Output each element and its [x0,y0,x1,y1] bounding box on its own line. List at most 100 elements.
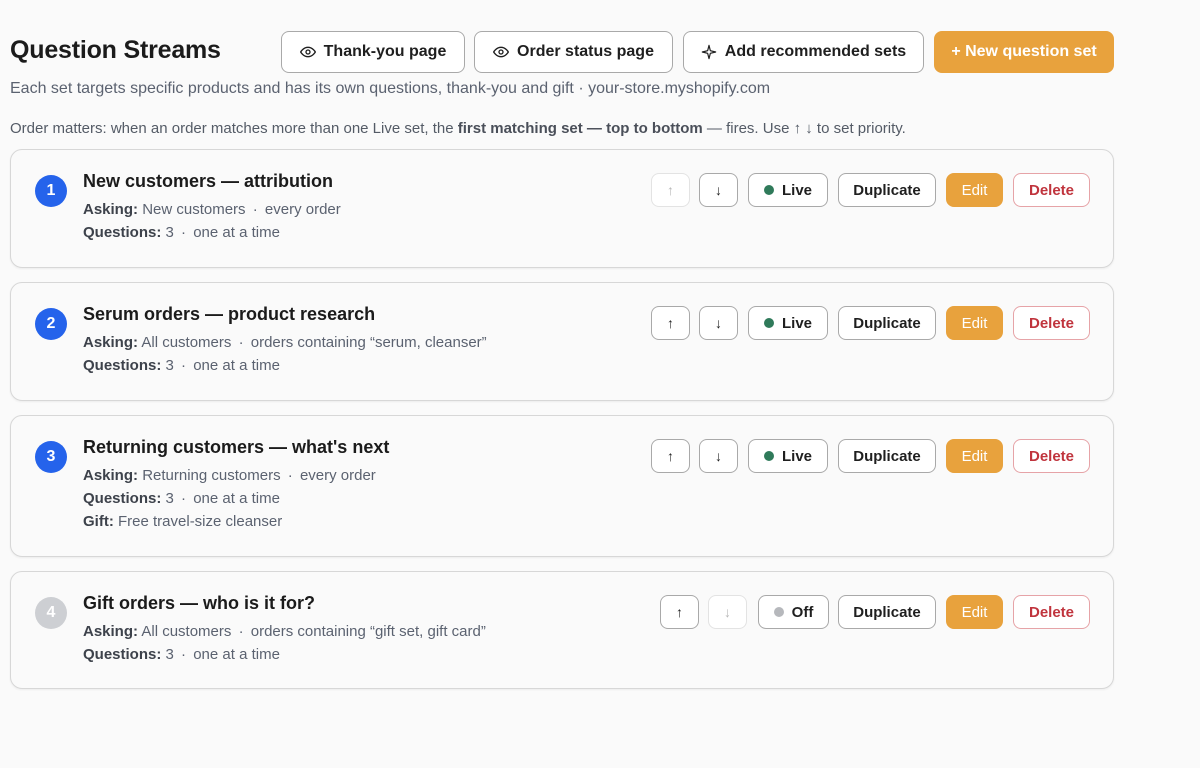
status-toggle[interactable]: Live [748,306,828,340]
separator: · [181,490,187,507]
questions-mode: one at a time [193,224,280,241]
sparkle-icon [701,44,717,60]
asking-label: Asking: [83,623,139,640]
delete-button[interactable]: Delete [1013,439,1090,473]
move-up-button[interactable]: ↑ [660,595,699,629]
set-title: New customers — attribution [83,171,334,191]
move-down-button[interactable]: ↓ [699,439,738,473]
delete-button[interactable]: Delete [1013,306,1090,340]
duplicate-button[interactable]: Duplicate [838,439,936,473]
new-question-set-button[interactable]: + New question set [934,31,1114,73]
status-dot-icon [763,185,774,195]
add-recommended-sets-label: Add recommended sets [724,43,907,60]
edit-button[interactable]: Edit [946,306,1003,340]
status-dot-icon [763,451,774,461]
add-recommended-sets-button[interactable]: Add recommended sets [683,31,924,73]
question-set-card: 4 Gift orders — who is it for? Asking: A… [10,571,1114,689]
status-dot-icon [773,607,784,617]
set-number-badge: 1 [35,175,67,207]
questions-mode: one at a time [193,646,280,663]
set-number-badge: 2 [35,308,67,340]
duplicate-button[interactable]: Duplicate [838,595,936,629]
set-title: Returning customers — what's next [83,437,390,457]
order-status-page-button[interactable]: Order status page [474,31,673,73]
set-asking: Asking: All customers · orders containin… [83,623,486,640]
asking-scope: every order [264,201,341,218]
set-title: Gift orders — who is it for? [83,593,316,613]
duplicate-button[interactable]: Duplicate [838,306,936,340]
questions-label: Questions: [83,357,162,374]
duplicate-button[interactable]: Duplicate [838,173,936,207]
gift-value: Free travel-size cleanser [118,513,283,530]
questions-label: Questions: [83,490,162,507]
set-gift: Gift: Free travel-size cleanser [83,513,282,530]
gift-label: Gift: [83,513,114,530]
set-asking: Asking: All customers · orders containin… [83,334,487,351]
edit-button[interactable]: Edit [946,173,1003,207]
page-title: Question Streams [10,36,221,64]
questions-label: Questions: [83,646,162,663]
asking-scope: orders containing “serum, cleanser” [250,334,487,351]
set-title: Serum orders — product research [83,304,376,324]
set-questions: Questions: 3 · one at a time [83,490,280,507]
thank-you-page-label: Thank-you page [323,43,447,60]
questions-mode: one at a time [193,357,280,374]
move-up-button[interactable]: ↑ [651,439,690,473]
status-dot-icon [763,318,774,328]
separator: · [287,467,293,484]
move-up-button[interactable]: ↑ [651,173,690,207]
asking-audience: New customers [142,201,246,218]
questions-count: 3 [165,224,174,241]
status-toggle[interactable]: Off [758,595,829,629]
question-set-card: 2 Serum orders — product research Asking… [10,282,1114,401]
question-set-card: 1 New customers — attribution Asking: Ne… [10,149,1114,268]
asking-scope: every order [299,467,376,484]
thank-you-page-button[interactable]: Thank-you page [281,31,465,73]
move-up-button[interactable]: ↑ [651,306,690,340]
questions-count: 3 [165,646,174,663]
set-questions: Questions: 3 · one at a time [83,646,280,663]
asking-audience: Returning customers [142,467,281,484]
set-asking: Asking: New customers · every order [83,201,341,218]
order-status-page-label: Order status page [517,43,654,60]
separator: · [238,334,244,351]
move-down-button[interactable]: ↓ [699,173,738,207]
status-label: Live [781,181,812,199]
delete-button[interactable]: Delete [1013,173,1090,207]
set-number-badge: 3 [35,441,67,473]
questions-count: 3 [165,490,174,507]
priority-note-bold: first matching set — top to bottom [457,120,703,137]
status-label: Off [791,603,814,621]
questions-mode: one at a time [193,490,280,507]
separator: · [252,201,258,218]
edit-button[interactable]: Edit [946,439,1003,473]
edit-button[interactable]: Edit [946,595,1003,629]
eye-icon [493,46,510,58]
status-toggle[interactable]: Live [748,439,828,473]
move-down-button[interactable]: ↓ [699,306,738,340]
move-down-button[interactable]: ↓ [708,595,747,629]
questions-count: 3 [165,357,174,374]
priority-note-pre: Order matters: when an order matches mor… [10,120,458,137]
delete-button[interactable]: Delete [1013,595,1090,629]
asking-label: Asking: [83,201,139,218]
asking-audience: All customers [141,623,232,640]
priority-note: Order matters: when an order matches mor… [10,120,906,137]
set-asking: Asking: Returning customers · every orde… [83,467,376,484]
question-set-card: 3 Returning customers — what's next Aski… [10,415,1114,557]
asking-audience: All customers [141,334,232,351]
set-questions: Questions: 3 · one at a time [83,357,280,374]
status-toggle[interactable]: Live [748,173,828,207]
separator: · [181,646,187,663]
questions-label: Questions: [83,224,162,241]
eye-icon [299,46,316,58]
asking-scope: orders containing “gift set, gift card” [250,623,486,640]
asking-label: Asking: [83,467,139,484]
status-label: Live [781,447,812,465]
set-questions: Questions: 3 · one at a time [83,224,280,241]
status-label: Live [781,314,812,332]
separator: · [181,224,187,241]
page-header: Question Streams Thank-you page Order st… [10,30,1114,74]
page-subtitle: Each set targets specific products and h… [10,80,771,97]
separator: · [238,623,244,640]
